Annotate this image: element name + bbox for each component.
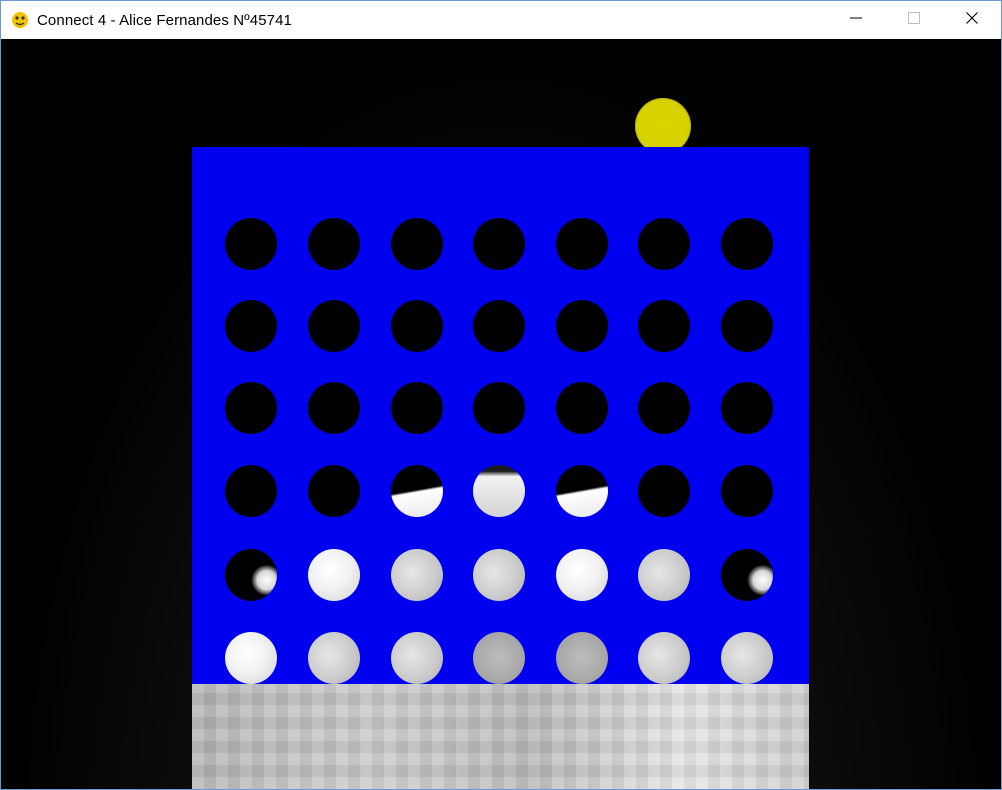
- board-slot-r1-c2[interactable]: [308, 218, 360, 270]
- board-slot-r6-c4[interactable]: [473, 632, 525, 684]
- board-slot-r4-c2[interactable]: [308, 465, 360, 517]
- board-slot-r2-c6[interactable]: [638, 300, 690, 352]
- board-slot-r4-c3[interactable]: [391, 465, 443, 517]
- board-slot-r6-c6[interactable]: [638, 632, 690, 684]
- board-slot-r6-c5[interactable]: [556, 632, 608, 684]
- minimize-icon: [850, 11, 862, 29]
- board-slot-r2-c5[interactable]: [556, 300, 608, 352]
- close-icon: [966, 11, 978, 29]
- board-slot-r6-c2[interactable]: [308, 632, 360, 684]
- board-slot-r5-c3[interactable]: [391, 549, 443, 601]
- board-slot-r4-c1[interactable]: [225, 465, 277, 517]
- board-slot-r5-c2[interactable]: [308, 549, 360, 601]
- board-slot-r3-c6[interactable]: [638, 382, 690, 434]
- connect4-board[interactable]: [192, 147, 809, 684]
- board-slot-r1-c4[interactable]: [473, 218, 525, 270]
- board-slot-r5-c4[interactable]: [473, 549, 525, 601]
- board-slot-r4-c6[interactable]: [638, 465, 690, 517]
- title-bar[interactable]: Connect 4 - Alice Fernandes Nº45741: [1, 1, 1001, 39]
- pygame-snake-icon: [11, 11, 29, 29]
- game-window: Connect 4 - Alice Fernandes Nº45741: [0, 0, 1002, 790]
- maximize-icon: [908, 11, 920, 29]
- board-slot-r2-c1[interactable]: [225, 300, 277, 352]
- game-canvas[interactable]: [1, 39, 1001, 789]
- board-slot-r5-c6[interactable]: [638, 549, 690, 601]
- board-slot-r1-c3[interactable]: [391, 218, 443, 270]
- board-slot-r6-c3[interactable]: [391, 632, 443, 684]
- board-slot-r3-c5[interactable]: [556, 382, 608, 434]
- board-slot-r2-c2[interactable]: [308, 300, 360, 352]
- board-slot-r3-c4[interactable]: [473, 382, 525, 434]
- board-slot-r2-c7[interactable]: [721, 300, 773, 352]
- preview-disc[interactable]: [635, 98, 691, 154]
- board-slot-r3-c7[interactable]: [721, 382, 773, 434]
- window-title: Connect 4 - Alice Fernandes Nº45741: [37, 11, 292, 29]
- board-slot-r4-c4[interactable]: [473, 465, 525, 517]
- board-slot-r6-c7[interactable]: [721, 632, 773, 684]
- maximize-button[interactable]: [885, 1, 943, 39]
- board-slot-r3-c3[interactable]: [391, 382, 443, 434]
- minimize-button[interactable]: [827, 1, 885, 39]
- board-slot-r5-c7[interactable]: [721, 549, 773, 601]
- board-slot-r5-c1[interactable]: [225, 549, 277, 601]
- board-slot-r4-c7[interactable]: [721, 465, 773, 517]
- board-slot-r1-c1[interactable]: [225, 218, 277, 270]
- board-slot-r1-c7[interactable]: [721, 218, 773, 270]
- board-slot-r5-c5[interactable]: [556, 549, 608, 601]
- window-controls: [827, 1, 1001, 39]
- board-slot-r1-c6[interactable]: [638, 218, 690, 270]
- board-slot-r2-c4[interactable]: [473, 300, 525, 352]
- board-slot-r2-c3[interactable]: [391, 300, 443, 352]
- board-slot-r1-c5[interactable]: [556, 218, 608, 270]
- board-base: [192, 684, 809, 789]
- board-slot-r4-c5[interactable]: [556, 465, 608, 517]
- board-slot-r3-c2[interactable]: [308, 382, 360, 434]
- board-slot-r6-c1[interactable]: [225, 632, 277, 684]
- board-slot-r3-c1[interactable]: [225, 382, 277, 434]
- close-button[interactable]: [943, 1, 1001, 39]
